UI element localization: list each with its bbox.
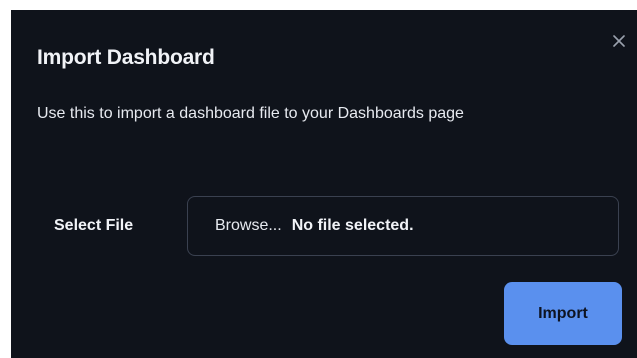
select-file-label: Select File	[54, 217, 134, 234]
import-button[interactable]: Import	[504, 282, 622, 345]
file-input[interactable]: Browse... No file selected.	[187, 196, 619, 256]
dialog-title: Import Dashboard	[37, 46, 215, 69]
file-status: No file selected.	[291, 217, 414, 234]
close-icon	[613, 35, 625, 47]
browse-button[interactable]: Browse...	[215, 217, 282, 235]
close-button[interactable]	[608, 30, 630, 52]
import-dashboard-dialog: Import Dashboard Use this to import a da…	[11, 10, 637, 358]
dialog-description: Use this to import a dashboard file to y…	[37, 105, 464, 122]
